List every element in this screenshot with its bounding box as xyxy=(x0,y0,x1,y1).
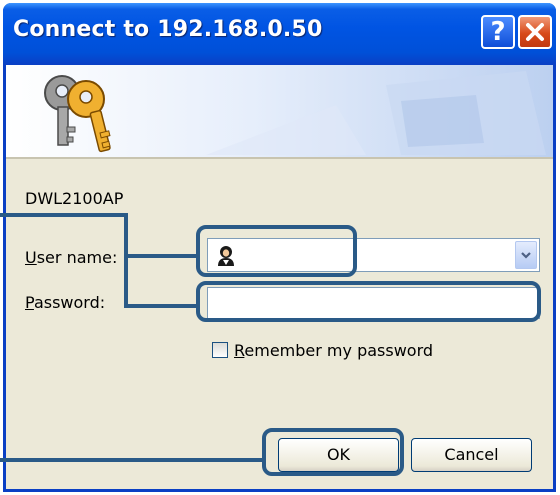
username-label-text: ser name: xyxy=(36,248,118,267)
help-button[interactable]: ? xyxy=(481,15,515,49)
close-icon xyxy=(526,23,544,41)
window-title: Connect to 192.168.0.50 xyxy=(13,17,323,42)
username-accel: U xyxy=(25,248,37,267)
password-callout xyxy=(196,281,541,322)
callout-line-password xyxy=(124,304,197,308)
remember-password-label[interactable]: Remember my password xyxy=(234,341,433,360)
callout-line-vertical xyxy=(124,213,128,308)
chevron-down-icon xyxy=(521,252,531,259)
remember-password-checkbox[interactable] xyxy=(212,342,228,358)
title-bar[interactable]: Connect to 192.168.0.50 ? xyxy=(3,3,556,65)
username-label: User name: xyxy=(25,248,117,267)
callout-line-top xyxy=(0,213,127,217)
realm-label: DWL2100AP xyxy=(25,189,124,208)
password-label: Password: xyxy=(25,293,105,312)
cancel-button[interactable]: Cancel xyxy=(411,438,532,472)
keys-icon xyxy=(44,75,111,153)
close-button[interactable] xyxy=(518,15,552,49)
remember-accel: R xyxy=(234,341,245,360)
username-dropdown-button[interactable] xyxy=(515,241,537,269)
username-callout xyxy=(196,225,357,277)
ok-button-callout xyxy=(262,428,404,476)
password-accel: P xyxy=(25,293,34,312)
callout-line-username xyxy=(124,254,197,258)
banner-divider xyxy=(6,157,553,159)
banner xyxy=(6,65,553,157)
callout-line-ok xyxy=(0,458,263,462)
remember-label-text: emember my password xyxy=(244,341,434,360)
password-label-text: assword: xyxy=(33,293,106,312)
